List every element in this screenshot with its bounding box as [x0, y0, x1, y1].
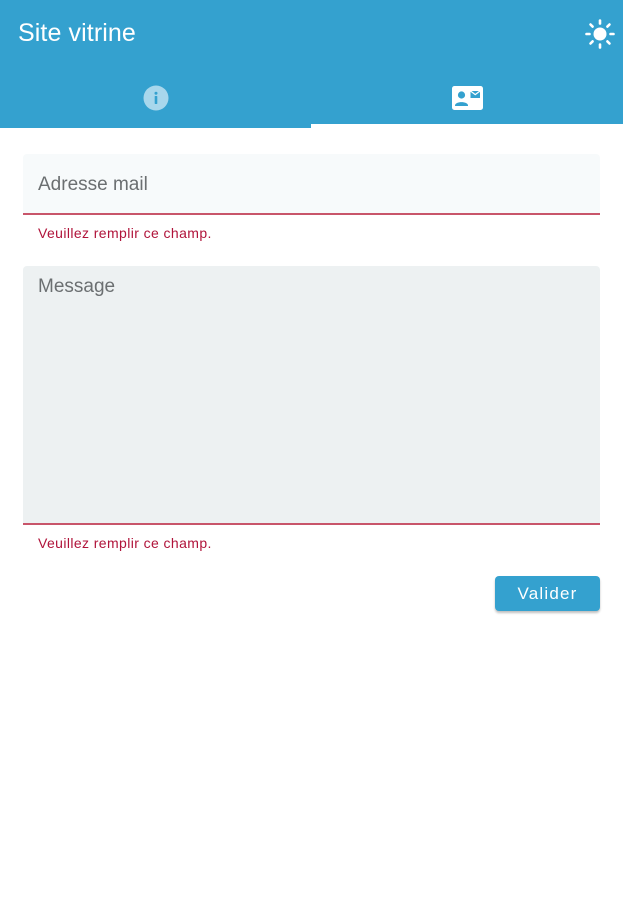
message-field	[23, 266, 600, 525]
app-root: Site vitrine Adresse mail Veuillez rempl…	[0, 0, 623, 918]
email-field	[23, 154, 600, 215]
app-header: Site vitrine	[0, 0, 623, 128]
theme-toggle-button[interactable]	[584, 18, 616, 50]
email-input[interactable]	[38, 172, 585, 198]
tab-info[interactable]	[0, 68, 311, 128]
tab-bar	[0, 68, 623, 128]
sun-icon	[585, 19, 615, 49]
app-title: Site vitrine	[18, 19, 136, 47]
contact-form: Veuillez remplir ce champ. Veuillez remp…	[0, 128, 623, 918]
info-icon	[143, 85, 168, 111]
tab-contact[interactable]	[311, 68, 623, 128]
contact-card-icon	[451, 86, 483, 110]
message-textarea[interactable]	[38, 276, 585, 513]
email-error-message: Veuillez remplir ce champ.	[38, 225, 212, 241]
message-error-message: Veuillez remplir ce champ.	[38, 535, 212, 551]
submit-button[interactable]: Valider	[495, 576, 600, 611]
